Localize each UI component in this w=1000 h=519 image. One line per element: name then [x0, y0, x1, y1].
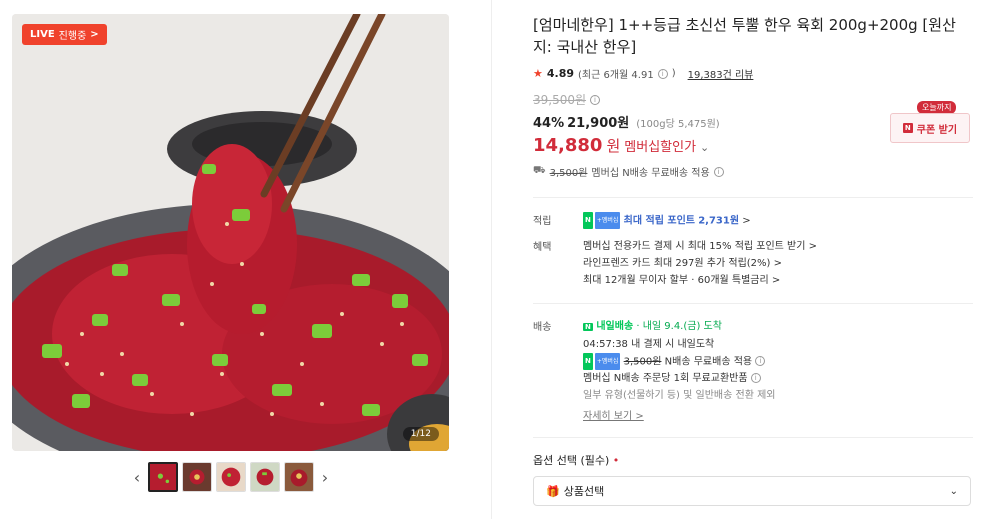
- chevron-right-icon: >: [90, 29, 99, 40]
- order-countdown: 04:57:38: [583, 338, 628, 350]
- member-price-label: 멤버십할인가: [624, 140, 697, 155]
- rating-detail-close: ): [671, 68, 676, 79]
- thumbnail[interactable]: [182, 462, 212, 492]
- unit-price: (100g당 5,475원): [636, 119, 720, 130]
- truck-icon: ⛟: [533, 165, 546, 176]
- perk-item[interactable]: 최대 12개월 무이자 할부 · 60개월 특별금리 >: [583, 272, 973, 289]
- original-price: 39,500원: [533, 93, 587, 107]
- exclude-note: 일부 유형(선물하기 등) 및 일반배송 전환 제외: [583, 390, 776, 401]
- info-icon[interactable]: i: [750, 373, 761, 383]
- chevron-down-icon: ⌄: [700, 141, 710, 154]
- option-select[interactable]: 🎁 상품선택 ⌄: [533, 476, 971, 506]
- live-badge[interactable]: LIVE 진행중 >: [22, 24, 107, 45]
- info-icon[interactable]: i: [755, 356, 766, 366]
- member-price: 14,880: [533, 135, 603, 156]
- perk-item[interactable]: 라인프렌즈 카드 최대 297원 추가 적립(2%) >: [583, 255, 973, 272]
- chevron-down-icon: ⌄: [949, 485, 958, 497]
- tomorrow-delivery-badge: N 내일배송: [583, 320, 634, 332]
- naver-pay-badge: N +멤버십: [583, 212, 621, 229]
- thumbnail-strip: ‹ ›: [130, 462, 332, 492]
- info-icon[interactable]: i: [713, 166, 724, 177]
- perks-section: 혜택 멤버십 전용카드 결제 시 최대 15% 적립 포인트 받기 > 라인프렌…: [533, 238, 973, 289]
- live-status: 진행중: [58, 31, 87, 42]
- info-icon[interactable]: i: [590, 94, 601, 105]
- rating-value: 4.89: [546, 67, 575, 80]
- sale-price: 21,900원: [567, 116, 630, 131]
- info-icon[interactable]: i: [657, 68, 668, 79]
- points-section: 적립 N +멤버십 최대 적립 포인트 2,731원 >: [533, 212, 973, 230]
- naver-pay-badge: N +멤버십: [583, 352, 621, 370]
- thumbnail[interactable]: [284, 462, 314, 492]
- delivery-arrival: · 내일 9.4.(금) 도착: [636, 320, 722, 332]
- gift-icon: 🎁: [546, 485, 560, 498]
- thumbnail[interactable]: [216, 462, 246, 492]
- section-divider: [533, 197, 973, 198]
- rating-detail: (최근 6개월 4.91: [578, 70, 654, 81]
- exchange-text: 멤버십 N배송 주문당 1회 무료교환반품: [583, 373, 748, 384]
- points-link[interactable]: N +멤버십 최대 적립 포인트 2,731원 >: [583, 212, 973, 230]
- shipping-summary: ⛟ 3,500원 멤버십 N배송 무료배송 적용 i: [533, 164, 973, 179]
- delivery-section: 배송 N 내일배송 · 내일 9.4.(금) 도착 04:57:38 내 결제 …: [533, 318, 973, 426]
- points-label: 적립: [533, 216, 552, 227]
- countdown-text: 내 결제 시 내일도착: [631, 338, 715, 350]
- option-label: 옵션 선택 (필수) •: [533, 454, 620, 467]
- original-price-row: 39,500원 i: [533, 91, 973, 108]
- thumbnail[interactable]: [148, 462, 178, 492]
- delivery-original-fee: 3,500원: [623, 356, 662, 367]
- shipping-original-fee: 3,500원: [549, 168, 588, 179]
- required-mark: •: [612, 454, 620, 467]
- meat-photo: [12, 14, 449, 451]
- column-divider: [491, 0, 492, 519]
- member-price-unit: 원: [606, 137, 621, 155]
- points-text: 최대 적립 포인트: [623, 215, 696, 227]
- thumbnail-next-button[interactable]: ›: [318, 462, 332, 492]
- perks-label: 혜택: [533, 241, 552, 253]
- delivery-label: 배송: [533, 321, 552, 333]
- sale-price-row: 44% 21,900원 (100g당 5,475원): [533, 112, 973, 131]
- member-price-row[interactable]: 14,880 원 멤버십할인가 ⌄: [533, 135, 973, 156]
- delivery-more-link[interactable]: 자세히 보기 >: [583, 411, 644, 422]
- option-select-value: 상품선택: [563, 485, 605, 498]
- review-count-link[interactable]: 19,383건 리뷰: [688, 66, 754, 81]
- delivery-fee-text: N배송 무료배송 적용: [664, 356, 753, 367]
- chevron-right-icon: >: [742, 215, 751, 227]
- product-main-image[interactable]: LIVE 진행중 > 1/12: [12, 14, 449, 451]
- product-title: [엄마네한우] 1++등급 초신선 투뿔 한우 육회 200g+200g [원산…: [533, 16, 956, 56]
- section-divider: [533, 437, 973, 438]
- shipping-text: 멤버십 N배송 무료배송 적용: [591, 168, 710, 179]
- rating-row: ★ 4.89 (최근 6개월 4.91 i) 19,383건 리뷰: [533, 66, 973, 81]
- naver-n-icon: N: [583, 322, 593, 331]
- points-value: 2,731원: [698, 215, 740, 227]
- thumbnail[interactable]: [250, 462, 280, 492]
- section-divider: [533, 302, 973, 304]
- discount-rate: 44%: [533, 116, 565, 131]
- product-info: [엄마네한우] 1++등급 초신선 투뿔 한우 육회 200g+200g [원산…: [533, 14, 973, 506]
- star-icon: ★: [533, 67, 543, 80]
- thumbnail-prev-button[interactable]: ‹: [130, 462, 144, 492]
- live-tag: LIVE: [30, 29, 55, 40]
- image-counter: 1/12: [402, 427, 439, 441]
- perk-item[interactable]: 멤버십 전용카드 결제 시 최대 15% 적립 포인트 받기 >: [583, 238, 973, 255]
